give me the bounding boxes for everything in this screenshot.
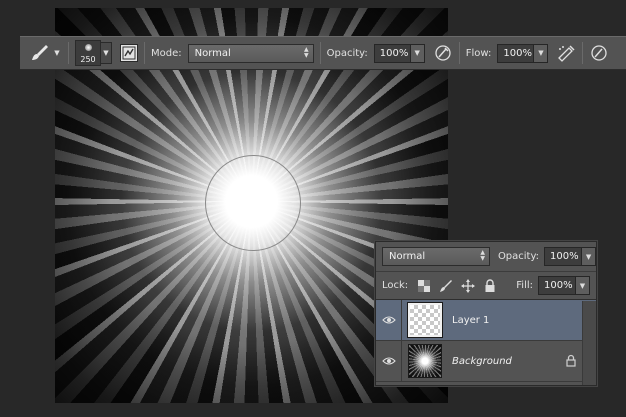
tool-preset-dropdown-icon[interactable]: ▼ xyxy=(52,48,62,58)
fill-dropdown-icon[interactable]: ▼ xyxy=(576,276,590,295)
brush-size-value: 250 xyxy=(80,55,96,64)
layer-thumbnail xyxy=(407,302,443,338)
opacity-input[interactable]: 100% xyxy=(373,43,411,63)
layers-blend-row: Normal ▲ ▼ Opacity: 100% ▼ xyxy=(376,242,597,272)
airbrush-icon[interactable] xyxy=(556,43,576,63)
divider xyxy=(582,42,584,64)
layer-blend-mode-select[interactable]: Normal ▲ ▼ xyxy=(382,247,490,266)
layer-opacity-dropdown-icon[interactable]: ▼ xyxy=(582,247,597,266)
lock-position-icon[interactable] xyxy=(460,278,476,294)
layer-lock-icon xyxy=(566,354,576,370)
layer-opacity-label: Opacity: xyxy=(497,251,540,262)
layer-name[interactable]: Layer 1 xyxy=(452,315,489,326)
visibility-eye-icon[interactable] xyxy=(376,340,402,382)
layer-thumbnail xyxy=(408,344,442,378)
lock-all-icon[interactable] xyxy=(482,278,498,294)
brush-cursor-circle xyxy=(205,155,301,251)
layer-opacity-input[interactable]: 100% xyxy=(544,247,583,266)
flow-input[interactable]: 100% xyxy=(497,43,535,63)
brush-tool-icon[interactable] xyxy=(28,42,52,64)
pressure-size-icon[interactable] xyxy=(589,43,609,63)
layer-name[interactable]: Background xyxy=(452,356,512,367)
select-arrows-icon: ▲ ▼ xyxy=(304,45,309,59)
layers-scrollbar[interactable] xyxy=(582,301,596,385)
brush-preset-icon[interactable]: 250 xyxy=(75,40,101,66)
divider xyxy=(68,42,69,64)
flow-dropdown-icon[interactable]: ▼ xyxy=(534,43,549,63)
layer-row[interactable]: Layer 1 xyxy=(376,299,596,341)
mode-value: Normal xyxy=(194,47,231,59)
fill-input[interactable]: 100% xyxy=(538,276,576,295)
select-arrows-icon: ▲ ▼ xyxy=(480,249,485,262)
brush-tip-preview xyxy=(85,44,92,51)
brush-panel-toggle-icon[interactable] xyxy=(120,44,138,62)
lock-label: Lock: xyxy=(382,280,409,291)
divider xyxy=(458,42,460,64)
pressure-opacity-icon[interactable] xyxy=(433,43,453,63)
options-bar: ▼ 250 ▼ Mode: Normal ▲ ▼ Opacity: 100% ▼ … xyxy=(20,36,626,70)
lock-transparent-pixels-icon[interactable] xyxy=(416,278,432,294)
mode-label: Mode: xyxy=(151,47,182,59)
brush-preset-dropdown-icon[interactable]: ▼ xyxy=(101,42,112,64)
divider xyxy=(319,42,321,64)
mode-select[interactable]: Normal ▲ ▼ xyxy=(187,43,314,63)
divider xyxy=(144,42,145,64)
layers-lock-row: Lock: Fill: 100% ▼ xyxy=(376,272,596,300)
fill-label: Fill: xyxy=(516,280,533,291)
layer-row[interactable]: Background xyxy=(376,340,596,382)
brush-preset-picker[interactable]: 250 ▼ xyxy=(75,40,112,66)
lock-image-pixels-icon[interactable] xyxy=(438,278,454,294)
flow-label: Flow: xyxy=(465,47,492,59)
opacity-dropdown-icon[interactable]: ▼ xyxy=(410,43,425,63)
visibility-eye-icon[interactable] xyxy=(376,299,402,341)
opacity-label: Opacity: xyxy=(326,47,368,59)
layer-blend-mode-value: Normal xyxy=(389,251,426,262)
layers-panel: Normal ▲ ▼ Opacity: 100% ▼ Lock: Fill: 1… xyxy=(375,241,597,386)
